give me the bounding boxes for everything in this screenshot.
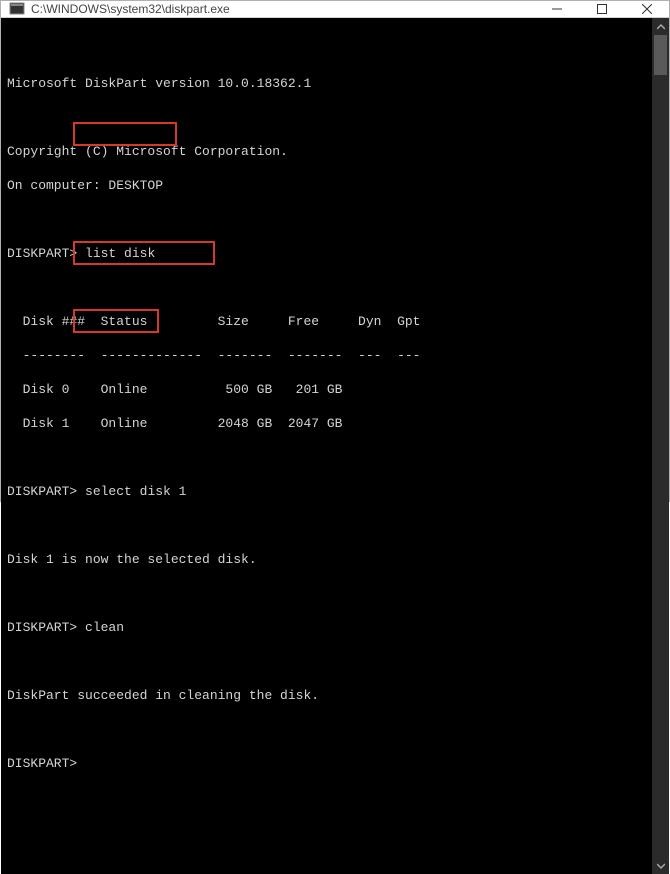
clean-result: DiskPart succeeded in cleaning the disk. xyxy=(7,687,652,704)
blank-line xyxy=(7,41,652,58)
prompt: DISKPART> xyxy=(7,245,77,262)
prompt-line-3: DISKPART> clean xyxy=(7,619,652,636)
app-icon xyxy=(9,1,25,17)
scroll-up-icon[interactable] xyxy=(652,18,669,35)
copyright-line: Copyright (C) Microsoft Corporation. xyxy=(7,143,652,160)
prompt: DISKPART> xyxy=(7,483,77,500)
titlebar[interactable]: C:\WINDOWS\system32\diskpart.exe xyxy=(1,1,669,18)
prompt-line-2: DISKPART> select disk 1 xyxy=(7,483,652,500)
blank-line xyxy=(7,211,652,228)
blank-line xyxy=(7,585,652,602)
maximize-button[interactable] xyxy=(579,1,624,17)
blank-line xyxy=(7,109,652,126)
prompt-line-1: DISKPART> list disk xyxy=(7,245,652,262)
minimize-button[interactable] xyxy=(534,1,579,17)
console-output[interactable]: Microsoft DiskPart version 10.0.18362.1 … xyxy=(1,18,652,874)
command-clean: clean xyxy=(85,619,124,636)
window-title: C:\WINDOWS\system32\diskpart.exe xyxy=(31,2,534,16)
prompt-line-4: DISKPART> xyxy=(7,755,652,772)
table-header: Disk ### Status Size Free Dyn Gpt xyxy=(7,313,652,330)
prompt: DISKPART> xyxy=(7,619,77,636)
console-area: Microsoft DiskPart version 10.0.18362.1 … xyxy=(1,18,669,874)
blank-line xyxy=(7,653,652,670)
command-list-disk: list disk xyxy=(85,245,155,262)
scroll-thumb[interactable] xyxy=(654,35,667,75)
blank-line xyxy=(7,279,652,296)
table-row: Disk 1 Online 2048 GB 2047 GB xyxy=(7,415,652,432)
blank-line xyxy=(7,517,652,534)
close-button[interactable] xyxy=(624,1,669,17)
table-divider: -------- ------------- ------- ------- -… xyxy=(7,347,652,364)
computer-line: On computer: DESKTOP xyxy=(7,177,652,194)
app-window: C:\WINDOWS\system32\diskpart.exe Microso… xyxy=(0,0,670,502)
scroll-down-icon[interactable] xyxy=(652,857,669,874)
command-select-disk: select disk 1 xyxy=(85,483,186,500)
blank-line xyxy=(7,449,652,466)
table-row: Disk 0 Online 500 GB 201 GB xyxy=(7,381,652,398)
vertical-scrollbar[interactable] xyxy=(652,18,669,874)
window-controls xyxy=(534,1,669,17)
select-result: Disk 1 is now the selected disk. xyxy=(7,551,652,568)
prompt: DISKPART> xyxy=(7,755,77,772)
blank-line xyxy=(7,721,652,738)
version-line: Microsoft DiskPart version 10.0.18362.1 xyxy=(7,75,652,92)
